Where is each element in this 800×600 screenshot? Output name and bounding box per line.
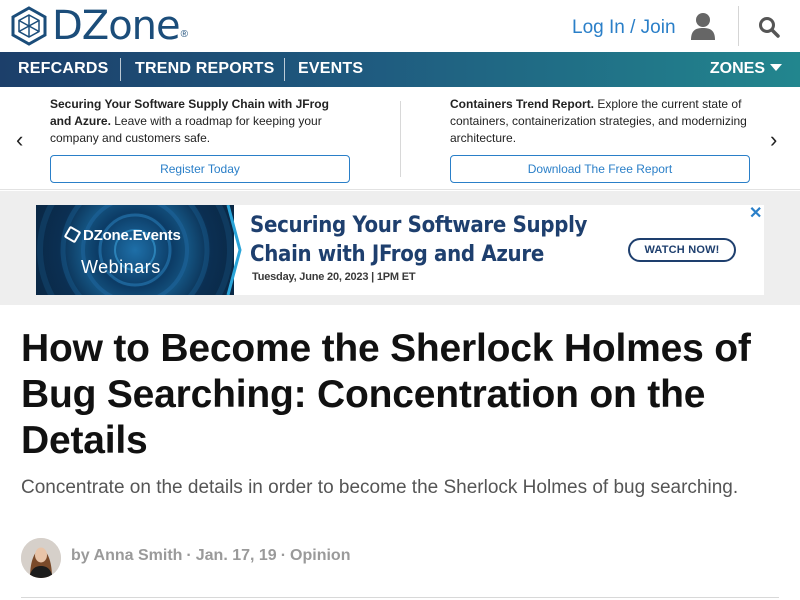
ad-brand-name: DZone.Events [63,225,181,244]
logo-wordmark: DZone [52,3,181,49]
main-nav: REFCARDS TREND REPORTS EVENTS ZONES [0,52,800,87]
nav-separator [120,58,121,81]
watch-now-button[interactable]: WATCH NOW! [628,238,736,262]
ad-chevron-divider [226,205,242,295]
article-subtitle: Concentrate on the details in order to b… [21,477,739,498]
zones-label: ZONES [709,60,765,77]
caret-down-icon [770,64,782,71]
header-divider [738,6,739,46]
nav-item-trend-reports[interactable]: TREND REPORTS [135,60,275,78]
ad-title: Securing Your Software Supply Chain with… [250,213,588,267]
logo-registered-mark: ® [180,29,189,40]
author-avatar[interactable] [21,538,61,578]
user-icon[interactable] [690,12,716,40]
ad-rings-graphic [37,205,233,295]
byline-separator: · [186,547,192,564]
ad-category: Webinars [81,257,161,277]
article-byline: by Anna Smith · Jan. 17, 19 · Opinion [71,547,350,565]
dzone-logo[interactable]: DZone ® [10,6,188,46]
article-date: Jan. 17, 19 [195,547,277,564]
zones-dropdown[interactable]: ZONES [710,60,782,78]
dzone-hex-icon [63,225,82,244]
article-divider [21,597,779,598]
webinar-ad-banner[interactable]: DZone.Events Webinars Securing Your Soft… [36,205,764,295]
promo-item-left: Securing Your Software Supply Chain with… [50,96,350,147]
nav-item-refcards[interactable]: REFCARDS [18,60,109,78]
register-today-button[interactable]: Register Today [50,155,350,183]
dzone-logo-icon [11,6,47,46]
promo-carousel: ‹ Securing Your Software Supply Chain wi… [0,87,800,190]
article-header: How to Become the Sherlock Holmes of Bug… [0,305,800,600]
article-category[interactable]: Opinion [290,547,350,564]
author-link[interactable]: by Anna Smith [71,547,182,564]
ad-close-icon[interactable]: ✕ [749,203,762,223]
carousel-prev-icon[interactable]: ‹ [16,129,23,151]
ad-brand-panel: DZone.Events Webinars [36,205,234,295]
byline-separator: · [280,547,287,564]
ad-date: Tuesday, June 20, 2023 | 1PM ET [252,271,416,283]
ad-band: DZone.Events Webinars Securing Your Soft… [0,191,800,305]
article-title: How to Become the Sherlock Holmes of Bug… [21,327,751,462]
promo-item-right: Containers Trend Report. Explore the cur… [450,96,750,147]
promo-divider [400,101,401,177]
nav-separator [284,58,285,81]
promo-right-title: Containers Trend Report. [450,97,595,111]
avatar-portrait-icon [21,538,61,578]
carousel-next-icon[interactable]: › [770,129,777,151]
login-join-link[interactable]: Log In / Join [572,17,676,39]
download-report-button[interactable]: Download The Free Report [450,155,750,183]
search-icon[interactable] [758,16,780,38]
site-header: DZone ® Log In / Join [0,0,800,52]
nav-item-events[interactable]: EVENTS [298,60,363,78]
